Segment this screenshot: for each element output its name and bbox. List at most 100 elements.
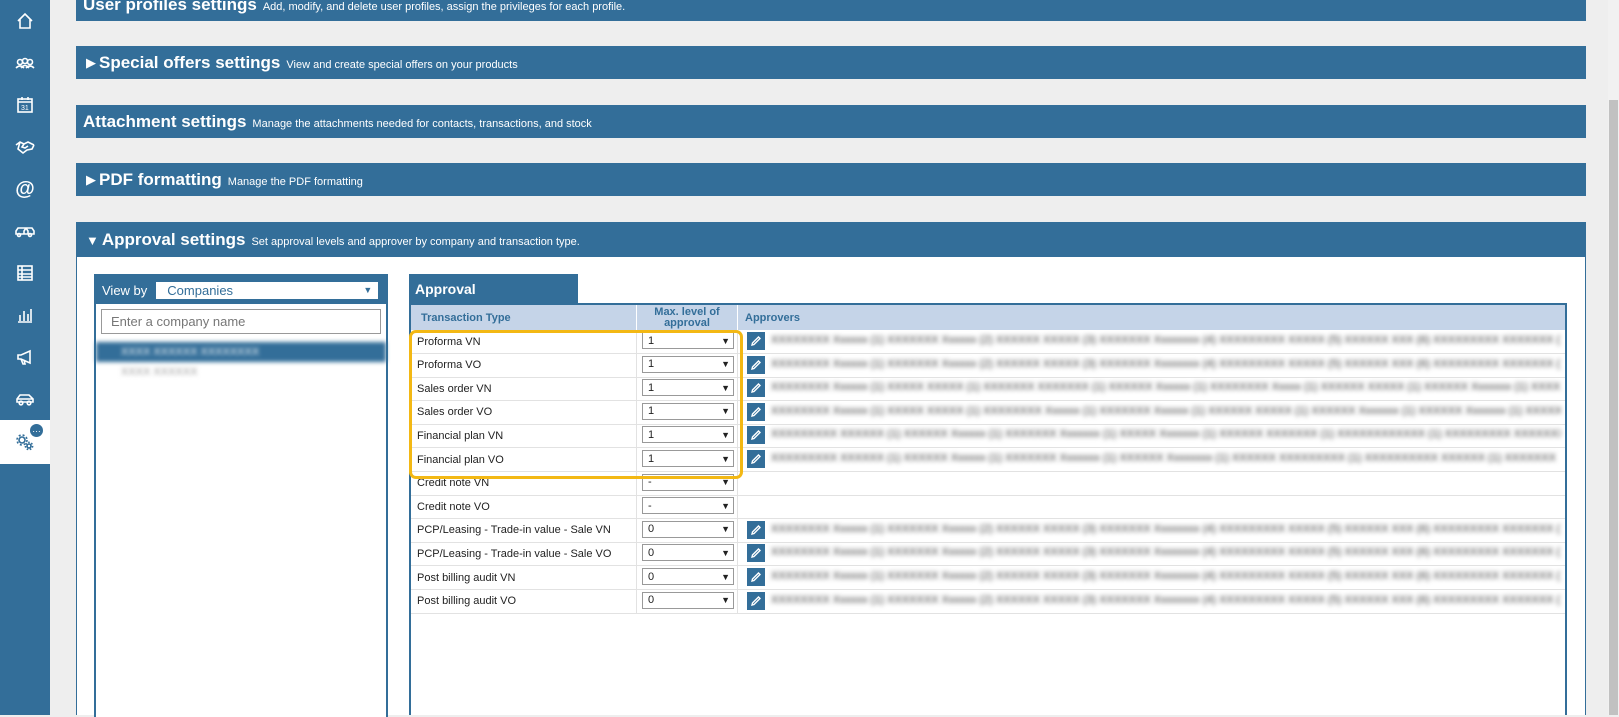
chevron-down-icon: ▼ xyxy=(721,453,730,464)
max-level-select[interactable]: 1 ▼ xyxy=(642,332,734,349)
max-level-cell: 1 ▼ xyxy=(636,330,738,353)
section-title: Attachment settings xyxy=(83,111,247,131)
home-icon xyxy=(17,12,33,29)
section-description: Manage the attachments needed for contac… xyxy=(252,117,592,130)
pencil-icon xyxy=(751,406,761,417)
nav-campaigns[interactable] xyxy=(0,336,50,378)
approvers-list: XXXXXXXX Xxxxxx (1) XXXXXXX Xxxxxx (2) X… xyxy=(771,357,1561,370)
company-item[interactable]: XXXX XXXXXX xyxy=(96,362,386,382)
app-sidebar: 31 @ … xyxy=(0,0,50,715)
nav-email[interactable]: @ xyxy=(0,168,50,210)
nav-home[interactable] xyxy=(0,0,50,42)
transaction-type-cell: Credit note VO xyxy=(417,500,490,513)
max-level-select[interactable]: 1 ▼ xyxy=(642,379,734,397)
nav-vehicles[interactable] xyxy=(0,210,50,252)
table-row: Financial plan VO 1 ▼ XXXXXXXXX XXXXXX (1) … xyxy=(411,448,1565,472)
section-description: Set approval levels and approver by comp… xyxy=(251,236,580,248)
edit-approvers-button[interactable] xyxy=(747,591,765,610)
nav-deals[interactable] xyxy=(0,126,50,168)
chevron-down-icon: ▼ xyxy=(721,547,730,558)
special-offers-section-header[interactable]: ▶ Special offers settings View and creat… xyxy=(76,46,1586,79)
column-header-transaction-type: Transaction Type xyxy=(421,311,511,324)
max-level-cell: 1 ▼ xyxy=(636,400,738,424)
section-title: Approval settings xyxy=(101,230,246,249)
chevron-down-icon: ▼ xyxy=(721,595,730,606)
max-level-select[interactable]: 1 ▼ xyxy=(642,450,734,467)
transaction-type-cell: PCP/Leasing - Trade-in value - Sale VN xyxy=(417,524,611,537)
max-level-select[interactable]: 0 ▼ xyxy=(642,568,734,585)
collapse-triangle-icon: ▼ xyxy=(86,232,99,248)
pencil-icon xyxy=(751,430,761,441)
pdf-formatting-section-header[interactable]: ▶ PDF formatting Manage the PDF formatti… xyxy=(76,163,1586,196)
edit-approvers-button[interactable] xyxy=(747,355,765,374)
chevron-down-icon: ▼ xyxy=(721,406,730,417)
max-level-select[interactable]: 1 ▼ xyxy=(642,402,734,420)
transaction-type-cell: Proforma VN xyxy=(417,335,481,348)
max-level-value: 0 xyxy=(648,523,655,536)
edit-approvers-button[interactable] xyxy=(747,426,765,445)
edit-approvers-button[interactable] xyxy=(747,402,765,421)
max-level-select[interactable]: 1 ▼ xyxy=(642,355,734,373)
chevron-down-icon: ▼ xyxy=(721,335,730,346)
view-by-select[interactable]: Companies ▼ xyxy=(155,280,380,300)
approval-section-header[interactable]: ▼ Approval settings Set approval levels … xyxy=(76,222,1586,258)
edit-approvers-button[interactable] xyxy=(747,568,765,586)
nav-reports[interactable] xyxy=(0,294,50,336)
table-row: Proforma VO 1 ▼ XXXXXXXX Xxxxxx (1) XXXXXXX… xyxy=(411,353,1565,378)
contacts-icon xyxy=(15,57,35,69)
edit-approvers-button[interactable] xyxy=(747,379,765,398)
edit-approvers-button[interactable] xyxy=(747,544,765,563)
approvers-list: XXXXXXXX Xxxxxx (1) XXXXXXX Xxxxxx (2) X… xyxy=(771,570,1561,582)
table-row: PCP/Leasing - Trade-in value - Sale VN 0 ▼… xyxy=(411,518,1565,543)
edit-approvers-button[interactable] xyxy=(747,520,765,539)
view-by-value: Companies xyxy=(167,282,234,298)
nav-calendar[interactable]: 31 xyxy=(0,84,50,126)
company-search-input[interactable]: Enter a company name xyxy=(101,309,381,334)
section-description: Manage the PDF formatting xyxy=(227,175,363,188)
transaction-type-cell: Financial plan VO xyxy=(417,453,504,466)
max-level-value: 1 xyxy=(648,452,655,465)
max-level-select[interactable]: 0 ▼ xyxy=(642,544,734,562)
transaction-type-cell: Post billing audit VO xyxy=(417,595,517,608)
scrollbar-thumb[interactable] xyxy=(1609,100,1618,715)
pencil-icon xyxy=(751,572,761,582)
nav-contacts[interactable] xyxy=(0,42,50,84)
handshake-icon xyxy=(15,141,35,155)
max-level-cell: 0 ▼ xyxy=(636,542,738,566)
company-item-selected[interactable]: XXXX XXXXXX XXXXXXXX xyxy=(96,342,386,362)
view-by-label: View by xyxy=(102,282,148,298)
nav-car[interactable] xyxy=(0,378,50,420)
company-panel: View by Companies ▼ Enter a company name… xyxy=(94,274,388,717)
max-level-select[interactable]: - ▼ xyxy=(642,497,734,515)
max-level-select[interactable]: 0 ▼ xyxy=(642,591,734,609)
user-profiles-section-header[interactable]: User profiles settings Add, modify, and … xyxy=(76,0,1586,21)
page-scrollbar[interactable] xyxy=(1608,0,1619,715)
max-level-value: 0 xyxy=(648,594,655,607)
nav-settings[interactable]: … xyxy=(0,420,50,464)
approval-tab[interactable]: Approval xyxy=(409,274,578,304)
more-badge-icon: … xyxy=(30,424,43,437)
max-level-value: - xyxy=(648,476,652,489)
bar-chart-icon xyxy=(18,309,32,323)
edit-approvers-button[interactable] xyxy=(747,332,765,350)
chevron-down-icon: ▼ xyxy=(721,359,730,370)
max-level-cell: 1 ▼ xyxy=(636,377,738,401)
chevron-down-icon: ▼ xyxy=(721,382,730,393)
max-level-select[interactable]: 0 ▼ xyxy=(642,520,734,538)
chevron-down-icon: ▼ xyxy=(721,477,730,488)
transaction-type-cell: PCP/Leasing - Trade-in value - Sale VO xyxy=(417,547,612,560)
max-level-select[interactable]: - ▼ xyxy=(642,473,734,491)
section-title: Special offers settings xyxy=(99,52,281,72)
table-header: Transaction Type Max. level of approval … xyxy=(411,305,1565,330)
approvers-list: XXXXXXXX Xxxxxx (1) XXXXXXX Xxxxxx (2) X… xyxy=(771,522,1561,535)
max-level-value: 1 xyxy=(648,381,655,394)
transaction-type-cell: Sales order VO xyxy=(417,406,493,419)
chevron-down-icon: ▼ xyxy=(721,500,730,511)
max-level-value: 0 xyxy=(648,546,655,559)
table-row: PCP/Leasing - Trade-in value - Sale VO 0 ▼… xyxy=(411,542,1565,567)
nav-table[interactable] xyxy=(0,252,50,294)
max-level-select[interactable]: 1 ▼ xyxy=(642,426,734,444)
transaction-type-cell: Post billing audit VN xyxy=(417,571,516,584)
edit-approvers-button[interactable] xyxy=(747,450,765,468)
attachment-section-header[interactable]: Attachment settings Manage the attachmen… xyxy=(76,105,1586,138)
